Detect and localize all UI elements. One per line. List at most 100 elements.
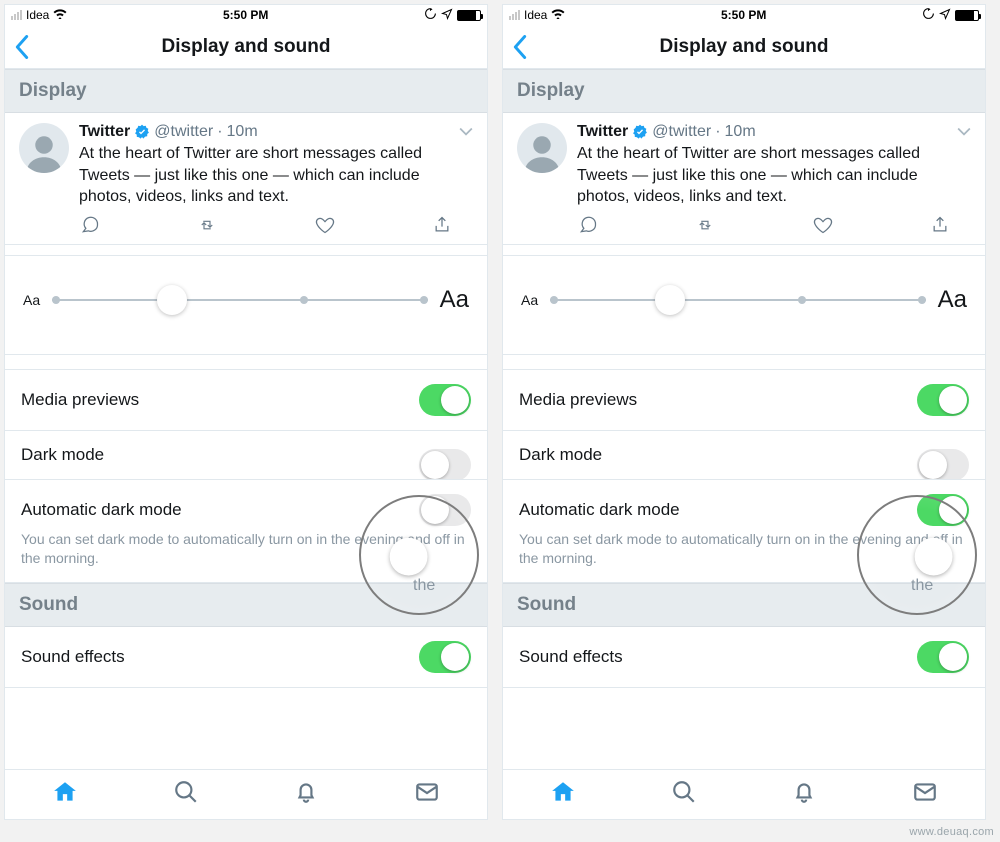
like-icon[interactable] bbox=[812, 216, 834, 234]
avatar bbox=[19, 123, 69, 173]
retweet-icon[interactable] bbox=[694, 216, 716, 234]
back-button[interactable] bbox=[513, 35, 527, 59]
slider-thumb[interactable] bbox=[157, 285, 187, 315]
row-auto-dark[interactable]: Automatic dark mode bbox=[5, 480, 487, 530]
dark-mode-toggle[interactable] bbox=[419, 449, 471, 480]
tweet-text: At the heart of Twitter are short messag… bbox=[577, 143, 971, 208]
row-dark-mode[interactable]: Dark mode bbox=[5, 431, 487, 480]
media-previews-toggle[interactable] bbox=[917, 384, 969, 416]
slider-track[interactable] bbox=[550, 299, 926, 301]
carrier-label: Idea bbox=[26, 8, 49, 22]
battery-icon bbox=[457, 10, 481, 21]
share-icon[interactable] bbox=[929, 216, 951, 234]
tab-bar bbox=[5, 769, 487, 819]
tweet-handle: @twitter bbox=[154, 123, 213, 141]
battery-icon bbox=[955, 10, 979, 21]
dark-mode-label: Dark mode bbox=[519, 445, 602, 465]
phone-right: Idea 5:50 PM Display and sound Display bbox=[502, 4, 986, 820]
auto-dark-label: Automatic dark mode bbox=[21, 500, 182, 520]
tab-home[interactable] bbox=[52, 779, 78, 810]
dark-mode-toggle[interactable] bbox=[917, 449, 969, 480]
text-size-slider[interactable]: Aa Aa bbox=[503, 255, 985, 355]
auto-dark-label: Automatic dark mode bbox=[519, 500, 680, 520]
sound-effects-toggle[interactable] bbox=[419, 641, 471, 673]
verified-badge-icon bbox=[134, 124, 150, 140]
tab-notifications[interactable] bbox=[791, 779, 817, 810]
tab-notifications[interactable] bbox=[293, 779, 319, 810]
text-size-slider[interactable]: Aa Aa bbox=[5, 255, 487, 355]
tab-messages[interactable] bbox=[912, 779, 938, 810]
page-title: Display and sound bbox=[162, 36, 331, 58]
tab-search[interactable] bbox=[173, 779, 199, 810]
row-auto-dark[interactable]: Automatic dark mode bbox=[503, 480, 985, 530]
orientation-lock-icon bbox=[424, 7, 437, 23]
orientation-lock-icon bbox=[922, 7, 935, 23]
signal-icon bbox=[11, 10, 22, 20]
carrier-label: Idea bbox=[524, 8, 547, 22]
caret-down-icon[interactable] bbox=[459, 124, 473, 140]
auto-dark-toggle[interactable] bbox=[917, 494, 969, 526]
phone-left: Idea 5:50 PM Display and sound bbox=[4, 4, 488, 820]
verified-badge-icon bbox=[632, 124, 648, 140]
dark-mode-label: Dark mode bbox=[21, 445, 104, 465]
text-size-large-label: Aa bbox=[938, 286, 967, 314]
tweet-time: 10m bbox=[725, 123, 756, 141]
location-icon bbox=[939, 8, 951, 23]
tab-search[interactable] bbox=[671, 779, 697, 810]
text-size-small-label: Aa bbox=[23, 292, 40, 308]
tab-messages[interactable] bbox=[414, 779, 440, 810]
section-display: Display bbox=[503, 69, 985, 113]
row-media-previews[interactable]: Media previews bbox=[503, 369, 985, 431]
back-button[interactable] bbox=[15, 35, 29, 59]
retweet-icon[interactable] bbox=[196, 216, 218, 234]
wifi-icon bbox=[551, 8, 565, 22]
media-previews-label: Media previews bbox=[519, 390, 637, 410]
row-sound-effects[interactable]: Sound effects bbox=[503, 627, 985, 688]
sound-effects-label: Sound effects bbox=[21, 647, 125, 667]
tweet-time: 10m bbox=[227, 123, 258, 141]
tweet-text: At the heart of Twitter are short messag… bbox=[79, 143, 473, 208]
row-sound-effects[interactable]: Sound effects bbox=[5, 627, 487, 688]
media-previews-toggle[interactable] bbox=[419, 384, 471, 416]
signal-icon bbox=[509, 10, 520, 20]
caret-down-icon[interactable] bbox=[957, 124, 971, 140]
tab-bar bbox=[503, 769, 985, 819]
tweet-sep: · bbox=[217, 123, 222, 141]
row-dark-mode[interactable]: Dark mode bbox=[503, 431, 985, 480]
reply-icon[interactable] bbox=[577, 216, 599, 234]
auto-dark-description: You can set dark mode to automatically t… bbox=[5, 530, 487, 583]
tweet-handle: @twitter bbox=[652, 123, 711, 141]
clock: 5:50 PM bbox=[721, 8, 766, 22]
watermark: www.deuaq.com bbox=[909, 826, 994, 838]
nav-header: Display and sound bbox=[503, 25, 985, 69]
text-size-large-label: Aa bbox=[440, 286, 469, 314]
media-previews-label: Media previews bbox=[21, 390, 139, 410]
like-icon[interactable] bbox=[314, 216, 336, 234]
status-bar: Idea 5:50 PM bbox=[5, 5, 487, 25]
tweet-author: Twitter bbox=[577, 123, 628, 141]
tweet-sep: · bbox=[715, 123, 720, 141]
tab-home[interactable] bbox=[550, 779, 576, 810]
avatar bbox=[517, 123, 567, 173]
auto-dark-description: You can set dark mode to automatically t… bbox=[503, 530, 985, 583]
tweet-author: Twitter bbox=[79, 123, 130, 141]
sound-effects-label: Sound effects bbox=[519, 647, 623, 667]
share-icon[interactable] bbox=[431, 216, 453, 234]
page-title: Display and sound bbox=[660, 36, 829, 58]
slider-thumb[interactable] bbox=[655, 285, 685, 315]
row-media-previews[interactable]: Media previews bbox=[5, 369, 487, 431]
nav-header: Display and sound bbox=[5, 25, 487, 69]
reply-icon[interactable] bbox=[79, 216, 101, 234]
text-size-small-label: Aa bbox=[521, 292, 538, 308]
status-bar: Idea 5:50 PM bbox=[503, 5, 985, 25]
clock: 5:50 PM bbox=[223, 8, 268, 22]
auto-dark-toggle[interactable] bbox=[419, 494, 471, 526]
wifi-icon bbox=[53, 8, 67, 22]
section-sound: Sound bbox=[503, 583, 985, 627]
location-icon bbox=[441, 8, 453, 23]
section-display: Display bbox=[5, 69, 487, 113]
section-sound: Sound bbox=[5, 583, 487, 627]
slider-track[interactable] bbox=[52, 299, 428, 301]
example-tweet: Twitter @twitter · 10m At the heart of T… bbox=[5, 113, 487, 245]
sound-effects-toggle[interactable] bbox=[917, 641, 969, 673]
